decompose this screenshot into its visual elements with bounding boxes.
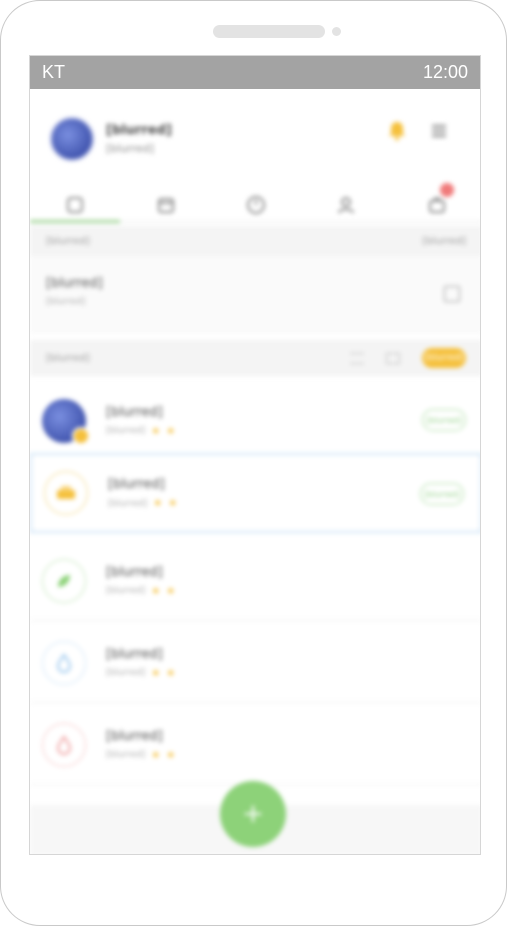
list-item-meta: [blurred] ★ ★: [106, 585, 176, 597]
tab-bar: [30, 183, 480, 223]
list-item-text: [blurred] [blurred] ★ ★: [106, 647, 175, 679]
status-pill[interactable]: [blurred]: [420, 483, 464, 505]
camera: [332, 27, 341, 36]
feed-filter-pill[interactable]: [blurred]: [422, 348, 466, 368]
screen: KT 12:00 [blurred] [blurred] [blurred] […: [29, 55, 481, 855]
app-content: [blurred] [blurred] [blurred] [blurred] …: [30, 89, 480, 854]
notice-title: [blurred]: [46, 276, 103, 291]
list-item[interactable]: [blurred] [blurred] ★ ★ [blurred]: [30, 381, 480, 461]
tab-divider: [30, 221, 480, 222]
water-drop-icon: [56, 652, 72, 673]
list-item-text: [blurred] [blurred] ★ ★: [108, 477, 177, 509]
list-item-title: [blurred]: [106, 646, 163, 662]
star-icon: ★: [151, 585, 161, 597]
profile-header: [blurred] [blurred]: [30, 89, 480, 189]
notice-meta: [blurred]: [46, 297, 86, 307]
star-icon: ★: [151, 667, 161, 679]
profile-subtitle: [blurred]: [106, 142, 154, 155]
box-icon: [57, 486, 75, 499]
status-bar: KT 12:00: [30, 56, 480, 89]
calendar-icon[interactable]: [444, 286, 460, 302]
carrier-label: KT: [42, 62, 66, 82]
notice-row[interactable]: [blurred] [blurred]: [30, 256, 480, 334]
star-icon: ★: [151, 749, 161, 761]
list-item-text: [blurred] [blurred] ★ ★: [106, 405, 175, 437]
star-icon: ★: [153, 498, 163, 509]
list-item-title: [blurred]: [106, 404, 163, 420]
calendar-icon: [157, 198, 174, 213]
item-icon-circle: [44, 471, 88, 515]
list-item-meta: [blurred] ★ ★: [106, 749, 176, 761]
list-item-text: [blurred] [blurred] ★ ★: [106, 729, 175, 761]
star-icon: ★: [166, 667, 176, 679]
cart-badge: [440, 183, 455, 197]
list-item-title: [blurred]: [106, 564, 163, 580]
leaf-icon: [58, 574, 70, 587]
list-item-meta: [blurred] ★ ★: [108, 498, 178, 509]
tab-clock[interactable]: [211, 189, 301, 221]
list-item-meta: [blurred] ★ ★: [106, 667, 176, 679]
list-item[interactable]: [blurred] [blurred] ★ ★: [30, 623, 480, 703]
notice-more-link[interactable]: [blurred]: [422, 236, 466, 247]
clock-icon: [247, 196, 266, 214]
status-badge: [72, 426, 90, 445]
clock-label: 12:00: [422, 62, 468, 82]
list-view-icon[interactable]: [350, 352, 364, 364]
notice-section-header: [blurred] [blurred]: [30, 226, 480, 256]
phone-frame: KT 12:00 [blurred] [blurred] [blurred] […: [0, 0, 507, 926]
fire-drop-icon: [56, 734, 72, 755]
status-pill[interactable]: [blurred]: [422, 409, 466, 431]
home-icon: [67, 197, 84, 213]
add-button[interactable]: +: [220, 781, 286, 847]
feed-section-header: [blurred] [blurred]: [30, 340, 480, 376]
star-icon: ★: [151, 425, 161, 437]
star-icon: ★: [166, 585, 176, 597]
bell-icon[interactable]: [388, 121, 406, 141]
list-item[interactable]: [blurred] [blurred] ★ ★: [30, 541, 480, 621]
feed-section-title: [blurred]: [46, 352, 90, 364]
cart-icon: [428, 197, 445, 213]
list-item-title: [blurred]: [108, 477, 165, 492]
list-item[interactable]: [blurred] [blurred] ★ ★: [30, 705, 480, 785]
tab-calendar[interactable]: [120, 189, 210, 221]
star-icon: ★: [166, 425, 176, 437]
list-item-text: [blurred] [blurred] ★ ★: [106, 565, 175, 597]
item-icon-circle: [42, 722, 86, 767]
star-icon: ★: [168, 498, 178, 509]
profile-name: [blurred]: [106, 123, 172, 138]
person-icon: [338, 197, 355, 214]
notice-section-title: [blurred]: [46, 235, 90, 247]
list-item-meta: [blurred] ★ ★: [106, 425, 176, 437]
tab-home[interactable]: [30, 189, 121, 223]
tab-cart[interactable]: [392, 183, 480, 221]
star-icon: ★: [166, 749, 176, 761]
item-icon-circle: [42, 640, 86, 685]
feed-controls: [blurred]: [350, 348, 466, 368]
list-item-title: [blurred]: [106, 728, 163, 744]
tab-person[interactable]: [301, 189, 391, 221]
avatar: [42, 398, 90, 445]
grid-view-icon[interactable]: [386, 352, 400, 364]
avatar[interactable]: [50, 117, 94, 161]
menu-icon[interactable]: [432, 125, 446, 139]
profile-text: [blurred] [blurred]: [106, 123, 172, 155]
item-icon-circle: [42, 558, 86, 603]
list-item[interactable]: [blurred] [blurred] ★ ★ [blurred]: [30, 453, 480, 533]
speaker: [213, 25, 325, 38]
